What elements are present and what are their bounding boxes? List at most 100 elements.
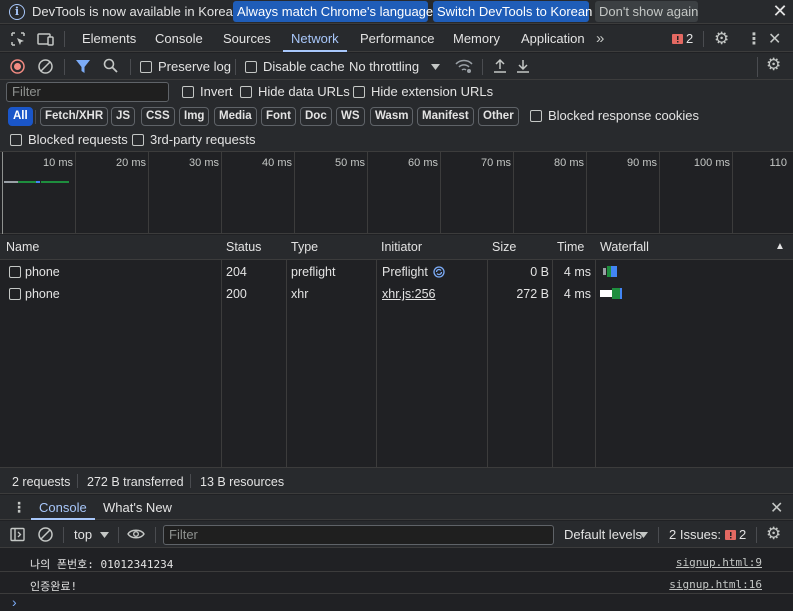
- blocked-response-cookies-checkbox[interactable]: [530, 110, 542, 122]
- context-select[interactable]: top: [74, 527, 92, 542]
- console-settings-gear-icon[interactable]: ⚙: [766, 524, 781, 544]
- timeline-tick: 30 ms: [189, 157, 219, 169]
- column-header-name[interactable]: Name: [6, 240, 39, 254]
- inspect-element-icon[interactable]: [10, 31, 26, 47]
- type-filter-img[interactable]: Img: [179, 107, 210, 126]
- request-count: 2 requests: [12, 475, 71, 489]
- network-settings-gear-icon[interactable]: ⚙: [766, 55, 781, 75]
- type-filter-wasm[interactable]: Wasm: [370, 107, 414, 126]
- issues-count[interactable]: 2: [739, 527, 746, 542]
- column-header-time[interactable]: Time: [557, 240, 584, 254]
- column-header-initiator[interactable]: Initiator: [381, 240, 422, 254]
- console-message-source-link[interactable]: signup.html:16: [600, 578, 762, 591]
- issues-flag-icon[interactable]: [672, 33, 684, 45]
- drawer-tab-whats-new[interactable]: What's New: [95, 495, 180, 520]
- log-levels-select[interactable]: Default levels: [564, 527, 642, 542]
- kebab-menu-icon[interactable]: ⋮: [746, 29, 762, 49]
- type-filter-fetch-xhr[interactable]: Fetch/XHR: [40, 107, 109, 126]
- clear-console-icon[interactable]: [38, 527, 53, 542]
- tab-network[interactable]: Network: [283, 25, 347, 52]
- network-conditions-wifi-icon[interactable]: [455, 59, 473, 74]
- column-header-type[interactable]: Type: [291, 240, 318, 254]
- blocked-requests-checkbox[interactable]: [10, 134, 22, 146]
- drawer-menu-icon[interactable]: ⋮: [12, 499, 26, 516]
- drawer-tab-console[interactable]: Console: [31, 495, 95, 520]
- table-row[interactable]: phone 204 preflight Preflight 0 B 4 ms: [0, 261, 793, 283]
- chevron-down-icon[interactable]: [431, 64, 440, 70]
- hide-extension-urls-checkbox[interactable]: [353, 86, 365, 98]
- type-filter-font[interactable]: Font: [261, 107, 296, 126]
- row-select-checkbox[interactable]: [9, 288, 21, 300]
- type-filter-css[interactable]: CSS: [141, 107, 175, 126]
- issues-flag-icon[interactable]: [725, 529, 737, 541]
- chevron-down-icon[interactable]: [639, 532, 648, 538]
- table-row[interactable]: phone 200 xhr xhr.js:256 272 B 4 ms: [0, 283, 793, 305]
- close-infobar-icon[interactable]: ✕: [771, 1, 789, 21]
- row-select-checkbox[interactable]: [9, 266, 21, 278]
- blocked-response-cookies-label: Blocked response cookies: [548, 108, 700, 123]
- device-toolbar-icon[interactable]: [37, 31, 55, 47]
- hide-data-urls-checkbox[interactable]: [240, 86, 252, 98]
- toolbar-divider: [63, 527, 64, 543]
- filter-funnel-icon[interactable]: [76, 59, 90, 74]
- chevron-down-icon[interactable]: [100, 532, 109, 538]
- tab-sources[interactable]: Sources: [215, 25, 279, 52]
- export-har-download-icon[interactable]: [516, 58, 530, 74]
- column-header-waterfall[interactable]: Waterfall: [600, 240, 649, 254]
- column-header-status[interactable]: Status: [226, 240, 261, 254]
- invert-label: Invert: [200, 84, 233, 99]
- disable-cache-checkbox[interactable]: [245, 61, 257, 73]
- switch-language-button[interactable]: Switch DevTools to Korean: [433, 1, 592, 22]
- type-filter-other[interactable]: Other: [478, 107, 519, 126]
- close-devtools-icon[interactable]: ✕: [768, 29, 781, 49]
- tab-elements[interactable]: Elements: [74, 25, 144, 52]
- invert-checkbox[interactable]: [182, 86, 194, 98]
- request-name[interactable]: phone: [25, 265, 60, 279]
- main-tab-bar: Elements Console Sources Network Perform…: [0, 25, 793, 52]
- issues-count[interactable]: 2: [686, 31, 693, 46]
- status-divider: [190, 474, 191, 488]
- type-filter-manifest[interactable]: Manifest: [417, 107, 474, 126]
- more-tabs-chevron-icon[interactable]: »: [596, 30, 604, 47]
- network-overview-timeline[interactable]: 10 ms 20 ms 30 ms 40 ms 50 ms 60 ms 70 m…: [0, 152, 793, 234]
- console-prompt-chevron-icon[interactable]: ›: [12, 594, 17, 610]
- type-filter-all[interactable]: All: [8, 107, 33, 126]
- timeline-request-bar: [36, 181, 40, 183]
- record-stop-icon[interactable]: [10, 59, 25, 74]
- type-filter-ws[interactable]: WS: [336, 107, 365, 126]
- waterfall-download-bar: [620, 288, 622, 299]
- third-party-requests-checkbox[interactable]: [132, 134, 144, 146]
- sidebar-toggle-icon[interactable]: [10, 527, 25, 542]
- tab-performance[interactable]: Performance: [352, 25, 442, 52]
- requests-table: Name Status Type Initiator Size Time Wat…: [0, 235, 793, 467]
- timeline-grid-line: [75, 152, 76, 234]
- issues-label[interactable]: 2 Issues:: [669, 527, 721, 542]
- preserve-log-label: Preserve log: [158, 59, 231, 74]
- live-expression-eye-icon[interactable]: [127, 528, 145, 540]
- type-filter-js[interactable]: JS: [111, 107, 136, 126]
- request-name[interactable]: phone: [25, 287, 60, 301]
- request-initiator-link[interactable]: xhr.js:256: [382, 287, 436, 301]
- chip-divider: [35, 110, 36, 124]
- import-har-upload-icon[interactable]: [493, 58, 507, 74]
- sort-ascending-icon[interactable]: ▲: [775, 241, 785, 252]
- preflight-link-icon[interactable]: [433, 266, 445, 278]
- settings-gear-icon[interactable]: ⚙: [714, 29, 729, 49]
- filter-input[interactable]: Filter: [6, 82, 169, 102]
- type-filter-media[interactable]: Media: [214, 107, 257, 126]
- throttling-select[interactable]: No throttling: [349, 59, 419, 74]
- dont-show-again-button[interactable]: Don't show again: [595, 1, 698, 22]
- column-header-size[interactable]: Size: [492, 240, 516, 254]
- match-language-button[interactable]: Always match Chrome's language: [233, 1, 433, 22]
- type-filter-doc[interactable]: Doc: [300, 107, 332, 126]
- console-filter-input[interactable]: Filter: [163, 525, 554, 545]
- preserve-log-checkbox[interactable]: [140, 61, 152, 73]
- clear-log-icon[interactable]: [38, 59, 53, 74]
- search-icon[interactable]: [103, 58, 119, 74]
- close-drawer-icon[interactable]: ✕: [770, 498, 783, 518]
- tab-application[interactable]: Application: [513, 25, 593, 52]
- tab-console[interactable]: Console: [147, 25, 211, 52]
- toolbar-divider: [658, 527, 659, 543]
- console-message-source-link[interactable]: signup.html:9: [600, 556, 762, 569]
- tab-memory[interactable]: Memory: [445, 25, 508, 52]
